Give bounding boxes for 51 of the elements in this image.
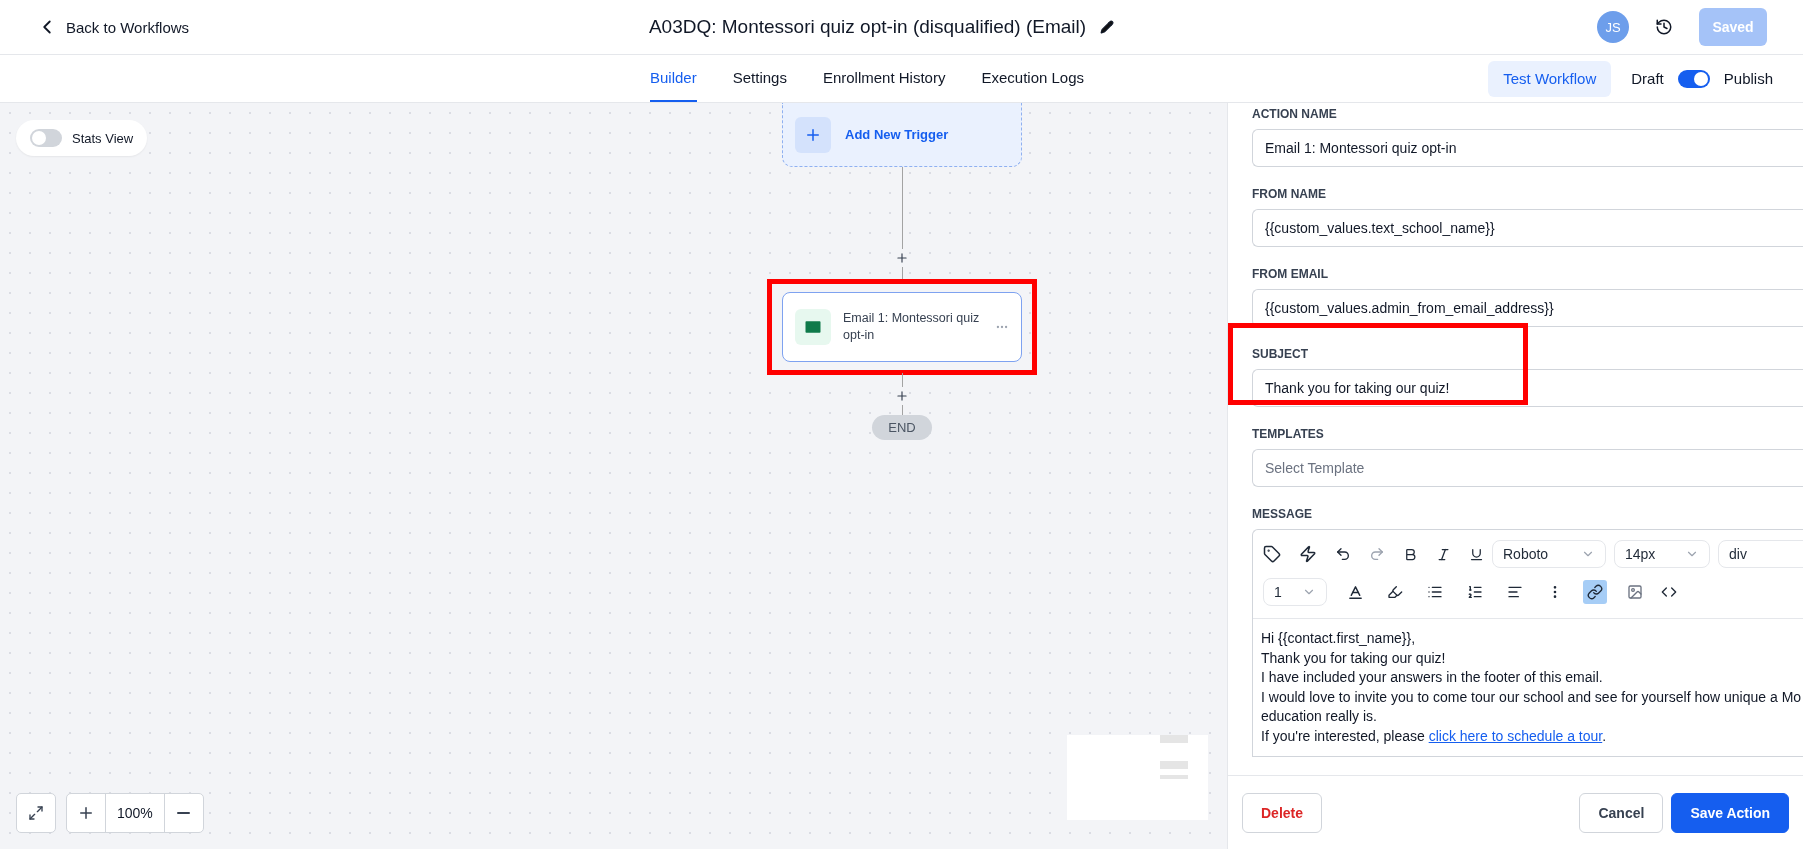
plus-icon [795,116,831,153]
link-icon[interactable] [1583,580,1607,604]
action-node-label: Email 1: Montessori quiz opt-in [843,310,981,344]
email-action-node[interactable]: Email 1: Montessori quiz opt-in [782,292,1022,362]
font-size-select[interactable]: 14px [1614,540,1710,568]
message-line: I would love to invite you to come tour our school and see for yourself how unique a Mo [1261,687,1803,707]
test-workflow-button[interactable]: Test Workflow [1488,60,1612,97]
minus-icon [177,812,191,814]
plus-icon [895,251,909,265]
field-label: TEMPLATES [1252,427,1325,441]
tab[interactable]: Settings [732,55,787,102]
cancel-button[interactable]: Cancel [1579,792,1664,833]
publish-label: Publish [1723,70,1773,87]
schedule-tour-link[interactable]: click here to schedule a tour [1428,727,1603,744]
end-marker: END [872,415,932,440]
plus-icon [77,804,95,822]
expand-icon [28,805,44,821]
zoom-level: 100% [105,794,165,832]
field-label: FROM EMAIL [1252,267,1329,281]
field-label: SUBJECT [1252,347,1309,361]
stats-view-toggle[interactable] [30,129,62,147]
message-line: education really is. [1261,707,1378,726]
text-field[interactable]: Email 1: Montessori quiz opt-in [1252,129,1803,167]
workflow-title: A03DQ: Montessori quiz opt-in (disqualified) (Email) [648,16,1087,38]
history-icon[interactable] [1655,18,1673,36]
text-field[interactable]: {{custom_values.text_school_name}} [1252,209,1803,247]
add-trigger-label: Add New Trigger [845,127,949,142]
line-height-select[interactable]: 1 [1263,578,1327,606]
message-line: Thank you for taking our quiz! [1261,648,1447,668]
save-action-button[interactable]: Save Action [1671,792,1789,833]
message-line: If you're interested, please click here to schedule a tour. [1261,726,1608,746]
plus-icon [895,389,909,403]
block-select[interactable]: div [1718,540,1803,568]
field-label: ACTION NAME [1252,107,1338,121]
delete-button[interactable]: Delete [1242,792,1323,833]
message-line: Hi {{contact.first_name}}, [1261,629,1417,648]
message-line: I have included your answers in the footer of this email. [1261,668,1604,687]
stats-view-label: Stats View [72,130,134,146]
text-field[interactable]: Thank you for taking our quiz! [1252,369,1803,407]
font-select[interactable]: Roboto [1492,540,1606,568]
tab[interactable]: Execution Logs [981,55,1085,102]
tab[interactable]: Enrollment History [822,55,946,102]
template-select[interactable]: Select Template [1252,449,1803,487]
add-trigger-card[interactable]: Add New Trigger [782,103,1022,167]
field-label: MESSAGE [1252,507,1313,521]
text-field[interactable]: {{custom_values.admin_from_email_address}} [1252,289,1803,327]
edit-icon[interactable] [1100,20,1115,34]
draft-label: Draft [1631,70,1664,87]
back-link[interactable]: Back to Workflows [36,16,190,38]
publish-toggle[interactable] [1677,69,1710,88]
field-label: FROM NAME [1252,187,1327,201]
